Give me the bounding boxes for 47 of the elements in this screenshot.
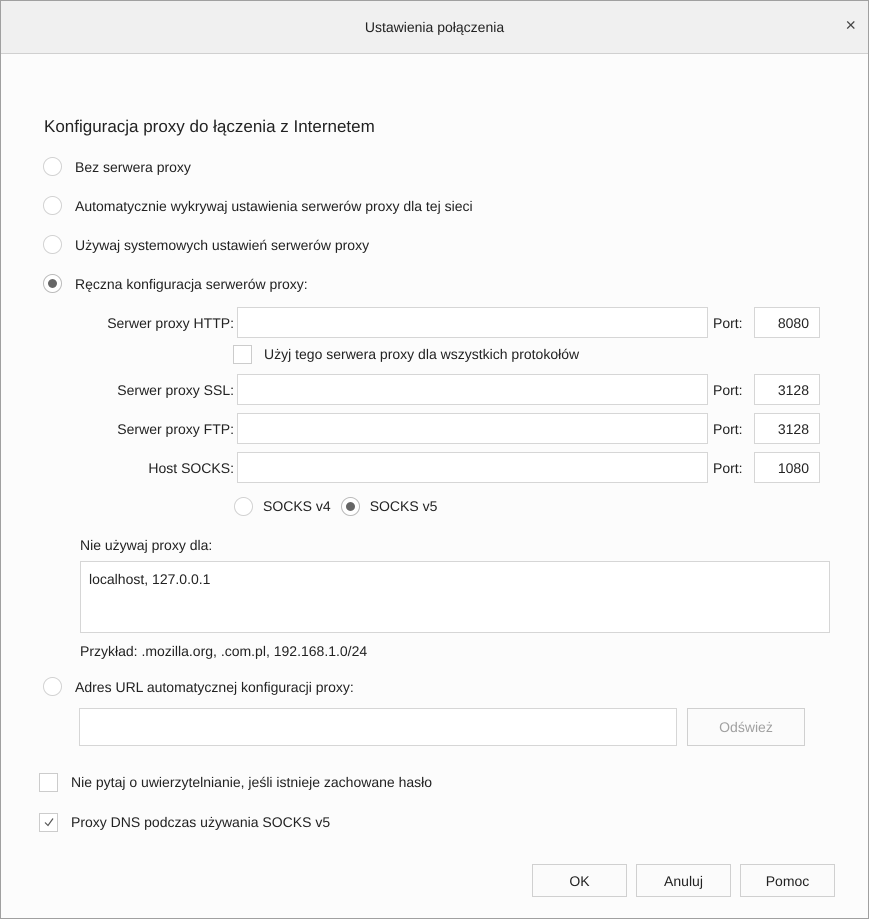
radio-label[interactable]: SOCKS v4 (263, 498, 331, 514)
checkbox-label[interactable]: Nie pytaj o uwierzytelnianie, jeśli istnieje zachowane hasło (71, 774, 432, 790)
proxy-label: Serwer proxy HTTP: (106, 314, 234, 330)
port-label: Port: (712, 460, 744, 476)
window-title: Ustawienia połączenia (364, 19, 504, 35)
checkbox-label[interactable]: Proxy DNS podczas używania SOCKS v5 (71, 814, 330, 830)
port-label: Port: (712, 314, 744, 330)
radio-label[interactable]: Bez serwera proxy (75, 158, 191, 174)
port-field[interactable]: 3128 (754, 374, 820, 405)
no-proxy-field[interactable]: localhost, 127.0.0.1 (80, 561, 830, 633)
section-heading: Konfiguracja proxy do łączenia z Internetem (44, 117, 376, 137)
checkbox[interactable] (233, 344, 252, 364)
radio-label[interactable]: Adres URL automatycznej konfiguracji proxy: (75, 678, 354, 694)
host-field[interactable] (237, 413, 708, 444)
checkbox[interactable] (39, 772, 58, 792)
example-text: Przykład: .mozilla.org, .com.pl, 192.168.1.0/24 (80, 643, 368, 661)
radio-label[interactable]: Automatycznie wykrywaj ustawienia serwerów proxy dla tej sieci (75, 198, 473, 214)
checkbox[interactable] (39, 812, 58, 832)
radio-label[interactable]: Używaj systemowych ustawień serwerów proxy (75, 236, 370, 252)
radio-button[interactable] (43, 677, 62, 696)
proxy-label: Serwer proxy SSL: (116, 382, 234, 398)
port-label: Port: (712, 382, 744, 398)
radio-button[interactable] (43, 235, 62, 254)
radio-button[interactable] (340, 496, 360, 516)
host-field[interactable] (237, 452, 708, 483)
radio-label[interactable]: Ręczna konfiguracja serwerów proxy: (75, 276, 308, 292)
radio-button[interactable] (43, 274, 62, 293)
no-proxy-label: Nie używaj proxy dla: (80, 537, 214, 555)
radio-label[interactable]: SOCKS v5 (370, 498, 438, 514)
dialog-button[interactable]: OK (532, 864, 627, 897)
close-button[interactable]: × (841, 15, 860, 36)
checkbox-label[interactable]: Użyj tego serwera proxy dla wszystkich protokołów (264, 346, 580, 362)
port-field[interactable]: 1080 (754, 452, 820, 483)
check-icon (42, 816, 54, 828)
proxy-label: Host SOCKS: (147, 460, 234, 476)
host-field[interactable] (237, 307, 708, 338)
dialog-button[interactable]: Anuluj (636, 864, 731, 897)
radio-button[interactable] (43, 157, 62, 176)
dialog-button[interactable]: Pomoc (740, 864, 835, 897)
port-label: Port: (712, 420, 744, 436)
port-field[interactable]: 3128 (754, 413, 820, 444)
port-field[interactable]: 8080 (754, 307, 820, 338)
proxy-label: Serwer proxy FTP: (116, 420, 234, 436)
radio-button[interactable] (43, 196, 62, 215)
url-field[interactable] (79, 708, 677, 746)
host-field[interactable] (237, 374, 708, 405)
radio-button[interactable] (234, 496, 253, 516)
